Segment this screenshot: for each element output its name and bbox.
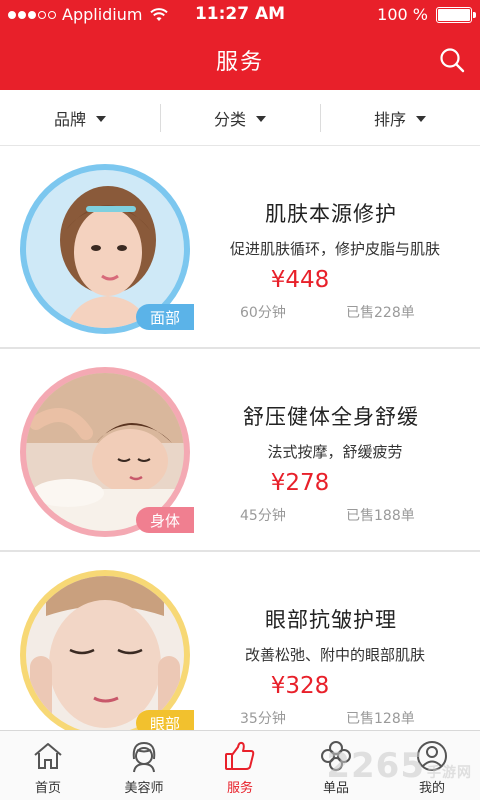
category-tag: 身体 <box>136 507 194 533</box>
flower-icon <box>321 741 351 771</box>
service-duration: 35分钟 <box>240 711 286 727</box>
filter-label: 分类 <box>213 109 246 129</box>
status-bar: Applidium 11:27 AM 100 % <box>0 0 480 30</box>
filter-label: 品牌 <box>53 109 86 129</box>
service-sold-count: 已售188单 <box>346 508 415 524</box>
service-name: 舒压健体全身舒缓 <box>243 405 419 429</box>
tab-label: 美容师 <box>124 781 164 796</box>
filter-category[interactable]: 分类 <box>160 90 320 145</box>
home-icon <box>34 743 62 769</box>
category-tag: 面部 <box>136 304 194 330</box>
service-item[interactable]: 面部 肌肤本源修护 促进肌肤循环，修护皮脂与肌肤 ¥448 60分钟 已售228… <box>0 146 480 349</box>
tab-home[interactable]: 首页 <box>0 731 96 800</box>
service-list: 面部 肌肤本源修护 促进肌肤循环，修护皮脂与肌肤 ¥448 60分钟 已售228… <box>0 146 480 755</box>
tab-label: 我的 <box>418 781 445 796</box>
service-duration: 45分钟 <box>240 508 286 524</box>
status-right: 100 % <box>377 5 476 24</box>
caret-down-icon <box>256 115 266 122</box>
nav-bar: 服务 <box>0 30 480 90</box>
service-sold-count: 已售128单 <box>346 711 415 727</box>
service-sold-count: 已售228单 <box>346 305 415 321</box>
tab-me[interactable]: 我的 <box>384 731 480 800</box>
beautician-icon <box>132 741 156 773</box>
battery-percent: 100 % <box>377 5 428 24</box>
service-name: 肌肤本源修护 <box>265 202 397 226</box>
tab-beautician[interactable]: 美容师 <box>96 731 192 800</box>
page-title: 服务 <box>215 50 264 75</box>
service-price: ¥448 <box>270 267 330 293</box>
service-duration: 60分钟 <box>240 305 286 321</box>
service-description: 法式按摩，舒缓疲劳 <box>267 443 403 461</box>
filter-label: 排序 <box>373 109 406 129</box>
filter-bar: 品牌 分类 排序 <box>0 90 480 146</box>
service-description: 促进肌肤循环，修护皮脂与肌肤 <box>229 240 440 258</box>
service-item[interactable]: 眼部 眼部抗皱护理 改善松弛、附中的眼部肌肤 ¥328 35分钟 已售128单 <box>0 552 480 755</box>
search-icon[interactable] <box>438 46 466 74</box>
thumbs-up-icon <box>225 741 255 770</box>
filter-sort[interactable]: 排序 <box>320 90 480 145</box>
service-photo: 面部 <box>20 164 204 334</box>
tab-services[interactable]: 服务 <box>192 731 288 800</box>
caret-down-icon <box>96 115 106 122</box>
caret-down-icon <box>416 115 426 122</box>
battery-icon <box>436 6 476 23</box>
filter-brand[interactable]: 品牌 <box>0 90 160 145</box>
tab-label: 首页 <box>34 781 61 796</box>
tab-label: 服务 <box>226 781 253 796</box>
tab-bar: 首页 美容师 服务 单品 我的 <box>0 730 480 800</box>
user-icon <box>417 741 447 771</box>
service-photo: 眼部 <box>20 570 204 740</box>
service-price: ¥278 <box>270 470 330 496</box>
tab-label: 单品 <box>322 781 349 796</box>
service-photo: 身体 <box>20 367 204 537</box>
tab-products[interactable]: 单品 <box>288 731 384 800</box>
service-description: 改善松弛、附中的眼部肌肤 <box>244 646 425 664</box>
service-name: 眼部抗皱护理 <box>265 608 397 632</box>
service-price: ¥328 <box>270 673 330 699</box>
service-item[interactable]: 身体 舒压健体全身舒缓 法式按摩，舒缓疲劳 ¥278 45分钟 已售188单 <box>0 349 480 552</box>
